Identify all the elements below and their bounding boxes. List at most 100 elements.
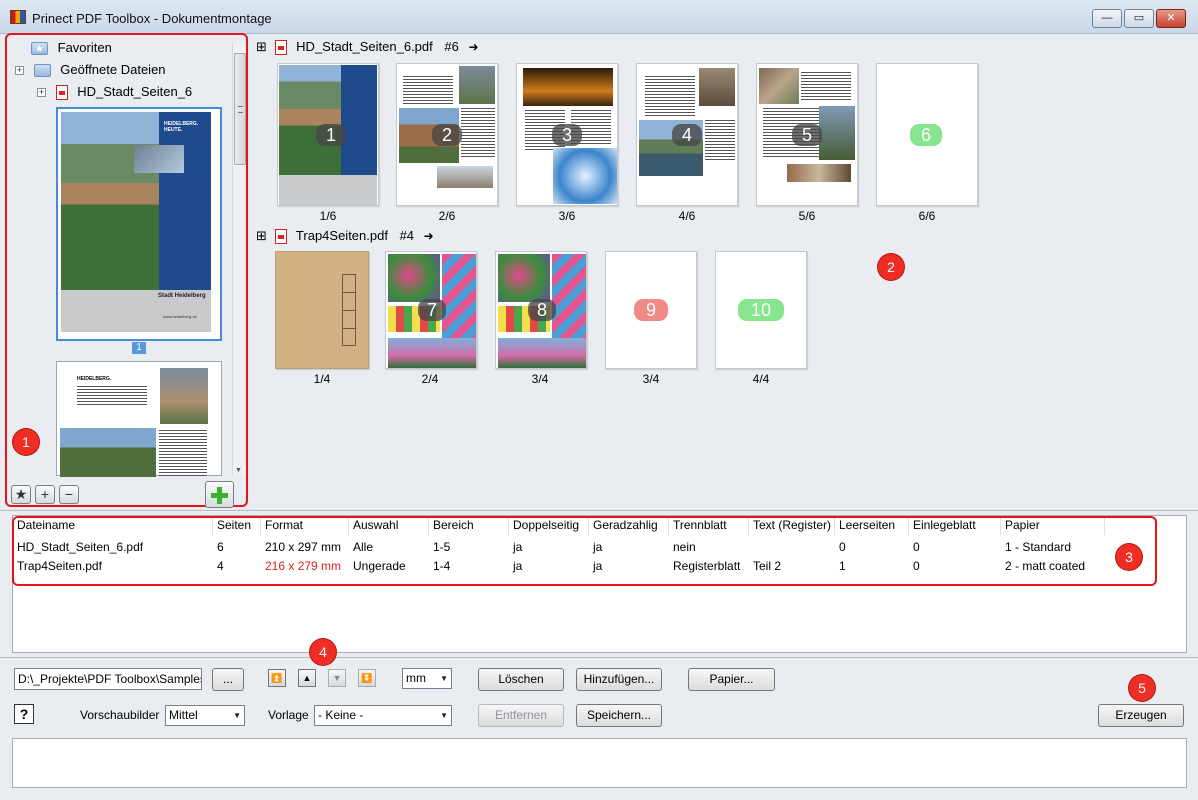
page-thumbnail[interactable] bbox=[275, 251, 369, 369]
move-bottom-button[interactable]: ⏬ bbox=[358, 669, 376, 687]
column-header-doppelseitig[interactable]: Doppelseitig bbox=[509, 516, 589, 535]
favorite-button[interactable]: ★ bbox=[11, 485, 31, 504]
scrollbar-thumb[interactable] bbox=[234, 53, 246, 165]
column-header-dateiname[interactable]: Dateiname bbox=[13, 516, 213, 535]
cell-auswahl: Ungerade bbox=[353, 559, 406, 573]
tree-item-open-files[interactable]: + Geöffnete Dateien bbox=[15, 60, 166, 80]
column-header-geradzahlig[interactable]: Geradzahlig bbox=[589, 516, 669, 535]
page-label: 5/6 bbox=[798, 209, 816, 223]
page-label: 3/4 bbox=[531, 372, 549, 386]
save-button[interactable]: Speichern... bbox=[576, 704, 662, 727]
template-select[interactable]: - Keine - bbox=[314, 705, 452, 726]
expand-icon[interactable]: ⊞ bbox=[256, 228, 267, 243]
help-button[interactable]: ? bbox=[14, 704, 34, 724]
page-label: 3/6 bbox=[558, 209, 576, 223]
column-header-auswahl[interactable]: Auswahl bbox=[349, 516, 429, 535]
sidebar-page-thumbnail[interactable]: HEIDELBERG. HEUTE. Stadt Heidelberg www.… bbox=[56, 107, 222, 341]
page-photo bbox=[459, 66, 495, 104]
add-button[interactable]: Hinzufügen... bbox=[576, 668, 662, 691]
generate-button[interactable]: Erzeugen bbox=[1098, 704, 1184, 727]
page-text-lines bbox=[461, 108, 495, 158]
cell-auswahl: Alle bbox=[353, 540, 374, 554]
page-photo bbox=[437, 166, 493, 188]
page-photo bbox=[388, 254, 440, 302]
page-number: 10 bbox=[738, 299, 784, 321]
scroll-down-icon[interactable]: ▼ bbox=[235, 467, 242, 474]
page-photo bbox=[787, 164, 851, 182]
document-page-count: #4 bbox=[399, 228, 415, 243]
page-text-lines bbox=[801, 72, 851, 102]
page-label: 4/4 bbox=[752, 372, 770, 386]
expand-icon[interactable]: ⊞ bbox=[256, 39, 267, 54]
cell-doppelseitig: ja bbox=[513, 540, 523, 554]
preview-size-label: Vorschaubilder bbox=[80, 708, 160, 722]
column-header-trennblatt[interactable]: Trennblatt bbox=[669, 516, 749, 535]
preview-size-select[interactable]: Mittel bbox=[165, 705, 245, 726]
pdf-icon bbox=[274, 40, 287, 56]
browse-button[interactable]: ... bbox=[212, 668, 244, 691]
sidebar-page-thumbnail[interactable]: HEIDELBERG. bbox=[56, 361, 222, 477]
document-name: Trap4Seiten.pdf bbox=[295, 228, 388, 243]
callout-1: 1 bbox=[13, 429, 39, 455]
paper-button[interactable]: Papier... bbox=[688, 668, 775, 691]
cell-seiten: 6 bbox=[217, 540, 224, 554]
page-photo bbox=[388, 338, 476, 368]
column-header-einlegeblatt[interactable]: Einlegeblatt bbox=[909, 516, 1001, 535]
move-up-button[interactable]: ▲ bbox=[298, 669, 316, 687]
cell-leerseiten: 0 bbox=[839, 540, 846, 554]
column-header-bereich[interactable]: Bereich bbox=[429, 516, 509, 535]
add-folder-button[interactable]: + bbox=[35, 485, 55, 504]
separator bbox=[0, 657, 1198, 658]
column-header-seiten[interactable]: Seiten bbox=[213, 516, 261, 535]
page-pattern bbox=[442, 254, 476, 338]
unit-select[interactable]: mm bbox=[402, 668, 452, 689]
page-label: 1/4 bbox=[313, 372, 331, 386]
maximize-button[interactable]: ▭ bbox=[1124, 9, 1154, 28]
page-photo bbox=[160, 368, 208, 424]
cell-geradzahlig: ja bbox=[593, 540, 603, 554]
column-header-leerseiten[interactable]: Leerseiten bbox=[835, 516, 909, 535]
tree-item-label: Favoriten bbox=[57, 40, 112, 55]
cell-trennblatt: Registerblatt bbox=[673, 559, 741, 573]
expand-icon[interactable]: + bbox=[37, 88, 46, 98]
splitter[interactable] bbox=[0, 510, 1198, 511]
remove-folder-button[interactable]: − bbox=[59, 485, 79, 504]
tree-item-file[interactable]: + HD_Stadt_Seiten_6 bbox=[37, 82, 192, 102]
page-number: 5 bbox=[792, 124, 822, 146]
column-header-papier[interactable]: Papier bbox=[1001, 516, 1105, 535]
column-header-format[interactable]: Format bbox=[261, 516, 349, 535]
move-top-button[interactable]: ⏫ bbox=[268, 669, 286, 687]
column-header-text-register[interactable]: Text (Register) bbox=[749, 516, 835, 535]
page-label: 3/4 bbox=[642, 372, 660, 386]
remove-button[interactable]: Entfernen bbox=[478, 704, 564, 727]
page-number: 8 bbox=[528, 299, 556, 321]
tree-item-favorites[interactable]: Favoriten bbox=[31, 38, 112, 60]
cell-seiten: 4 bbox=[217, 559, 224, 573]
app-icon bbox=[10, 10, 26, 24]
folder-icon bbox=[33, 64, 51, 78]
document-page-count: #6 bbox=[444, 39, 459, 54]
document-name: HD_Stadt_Seiten_6.pdf bbox=[296, 39, 433, 54]
minimize-button[interactable]: — bbox=[1092, 9, 1122, 28]
page-photo bbox=[498, 338, 586, 368]
document-header[interactable]: ⊞ Trap4Seiten.pdf #4 ➜ bbox=[256, 227, 434, 245]
output-path-field[interactable]: D:\_Projekte\PDF Toolbox\Samples\Tra bbox=[14, 668, 202, 690]
cell-doppelseitig: ja bbox=[513, 559, 523, 573]
page-text-lines bbox=[159, 430, 207, 476]
column-header-filler bbox=[1105, 516, 1186, 535]
arrow-right-icon[interactable]: ➜ bbox=[424, 229, 434, 243]
cell-trennblatt: nein bbox=[673, 540, 696, 554]
page-photo bbox=[523, 68, 613, 106]
arrow-right-icon[interactable]: ➜ bbox=[468, 40, 478, 54]
document-table: Dateiname Seiten Format Auswahl Bereich … bbox=[12, 515, 1187, 653]
move-down-button[interactable]: ▼ bbox=[328, 669, 346, 687]
page-url-text: www.heidelberg.de bbox=[163, 314, 197, 319]
sidebar-scrollbar[interactable]: ▼ bbox=[232, 43, 246, 475]
delete-button[interactable]: Löschen bbox=[478, 668, 564, 691]
close-button[interactable]: ✕ bbox=[1156, 9, 1186, 28]
document-header[interactable]: ⊞ HD_Stadt_Seiten_6.pdf #6 ➜ bbox=[256, 38, 479, 56]
page-number: 1 bbox=[316, 124, 346, 146]
expand-icon[interactable]: + bbox=[15, 66, 24, 76]
page-label: 2/6 bbox=[438, 209, 456, 223]
add-document-button[interactable] bbox=[205, 481, 234, 508]
